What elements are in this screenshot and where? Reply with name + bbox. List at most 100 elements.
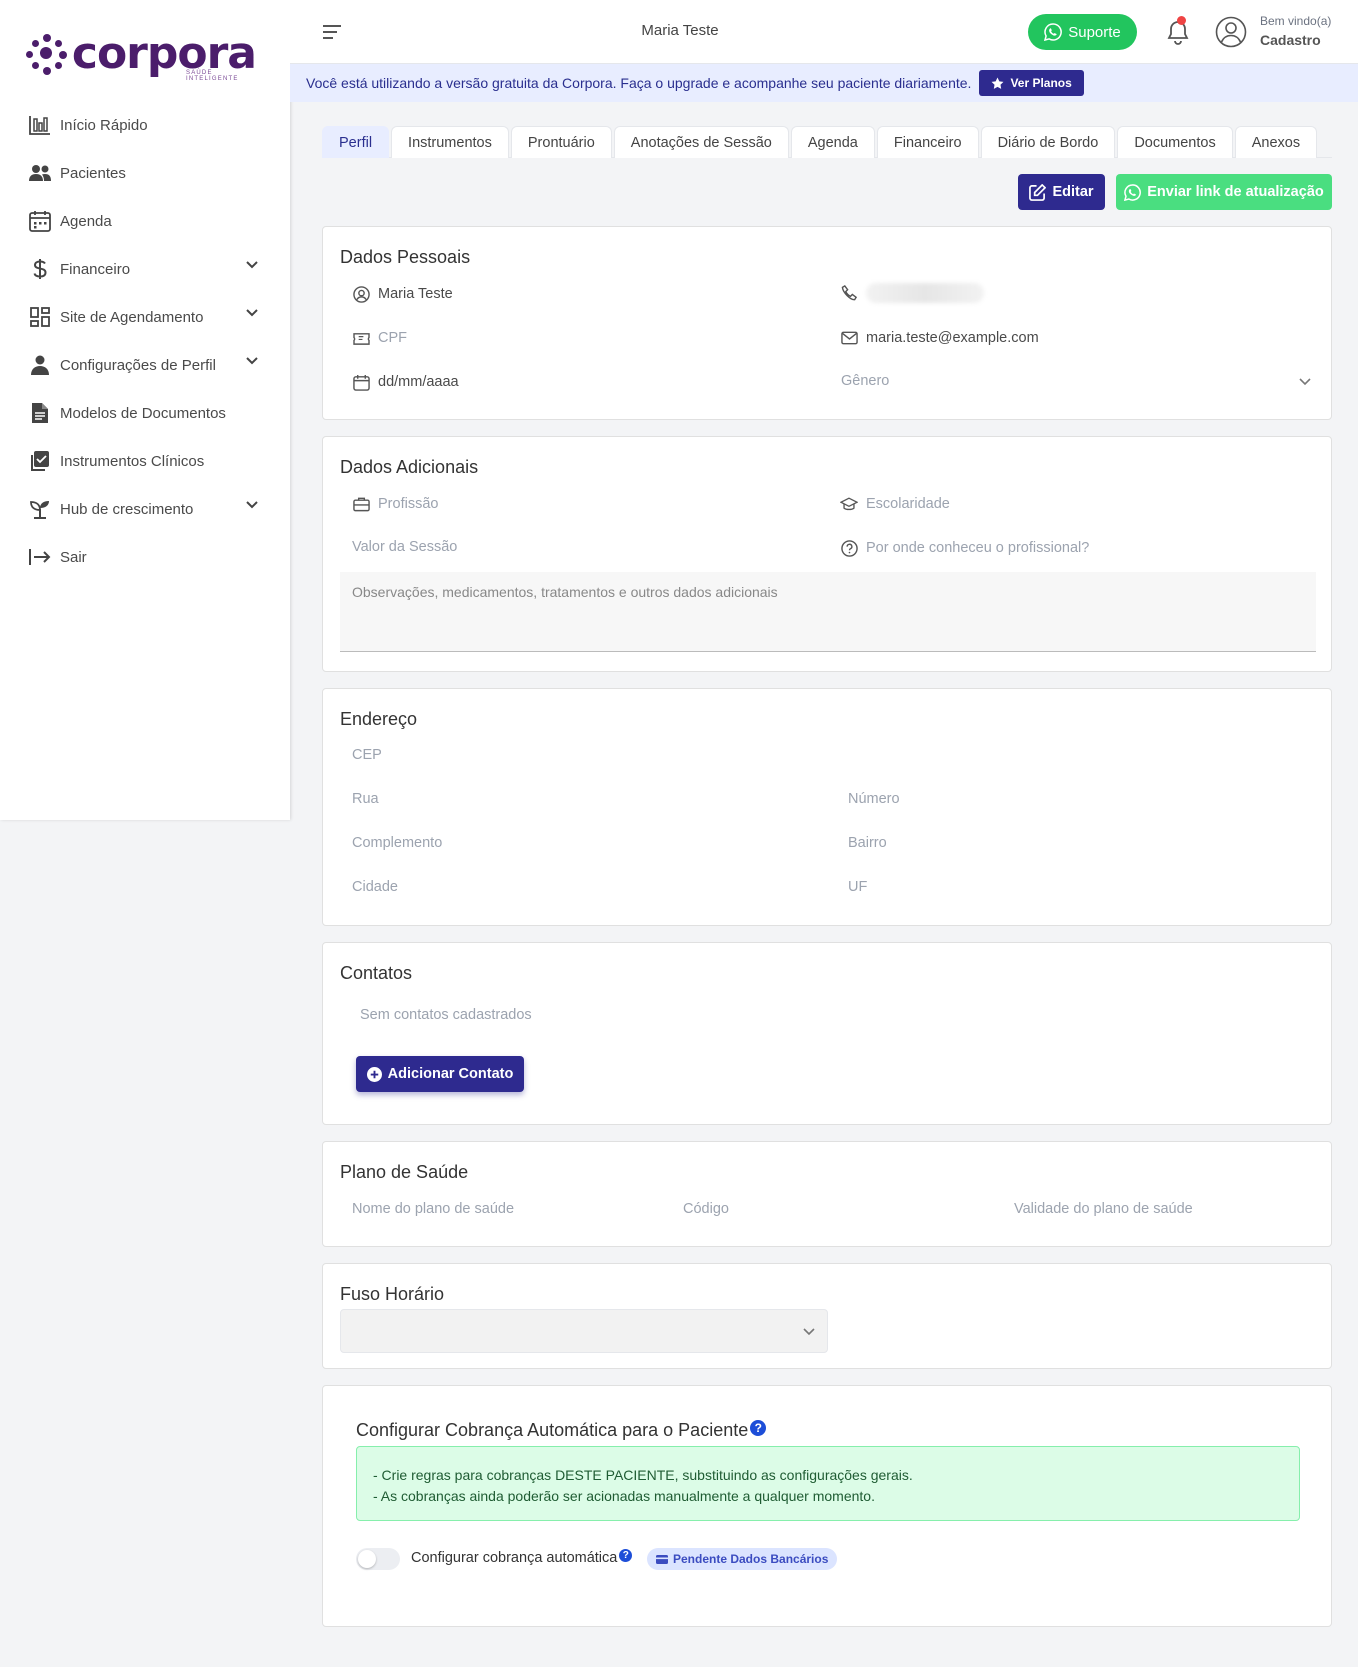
neighborhood-field[interactable]: Bairro [848, 835, 887, 851]
sidebar-item-hub-crescimento[interactable]: Hub de crescimento [0, 485, 290, 533]
sidebar-item-financeiro[interactable]: Financeiro [0, 245, 290, 293]
profession-placeholder: Profissão [378, 496, 439, 512]
gender-select[interactable]: Gênero [841, 373, 1311, 389]
support-label: Suporte [1068, 23, 1121, 41]
ver-planos-label: Ver Planos [1010, 76, 1072, 90]
logout-icon [28, 545, 52, 569]
chevron-down-icon[interactable] [246, 261, 258, 269]
education-field[interactable]: Escolaridade [840, 495, 950, 513]
observations-textarea[interactable]: Observações, medicamentos, tratamentos e… [340, 572, 1316, 652]
phone-field[interactable] [840, 283, 984, 303]
sidebar-item-site-agendamento[interactable]: Site de Agendamento [0, 293, 290, 341]
health-plan-code-field[interactable]: Código [683, 1201, 729, 1217]
cpf-placeholder: CPF [378, 330, 407, 346]
logo-dots-icon [26, 32, 67, 76]
number-field[interactable]: Número [848, 791, 900, 807]
city-field[interactable]: Cidade [352, 879, 398, 895]
edit-button[interactable]: Editar [1018, 174, 1105, 210]
chevron-down-icon[interactable] [246, 501, 258, 509]
sidebar-item-instrumentos-clinicos[interactable]: Instrumentos Clínicos [0, 437, 290, 485]
credit-card-icon [656, 1554, 668, 1564]
name-field[interactable]: Maria Teste [352, 285, 453, 303]
patient-name: Maria Teste [641, 22, 719, 39]
timezone-select[interactable] [340, 1309, 828, 1353]
phone-icon [840, 284, 858, 302]
help-circle-icon [840, 539, 858, 557]
document-icon [28, 401, 52, 425]
logo-tagline: SAÚDE INTELIGENTE [186, 70, 239, 82]
sidebar-item-pacientes[interactable]: Pacientes [0, 149, 290, 197]
sidebar-item-label: Modelos de Documentos [60, 404, 226, 422]
menu-icon[interactable] [320, 20, 344, 44]
chevron-down-icon[interactable] [246, 357, 258, 365]
sidebar-nav: Início Rápido Pacientes Agenda Financeir… [0, 101, 290, 581]
auto-billing-info: - Crie regras para cobranças DESTE PACIE… [356, 1446, 1300, 1521]
state-field[interactable]: UF [848, 879, 867, 895]
tab-diario-bordo[interactable]: Diário de Bordo [980, 126, 1116, 158]
graduation-cap-icon [840, 495, 858, 513]
patient-name-value: Maria Teste [378, 286, 453, 302]
health-plan-name-field[interactable]: Nome do plano de saúde [352, 1201, 514, 1217]
notification-badge [1177, 16, 1186, 25]
corpora-logo[interactable]: corpora SAÚDE INTELIGENTE [26, 28, 257, 82]
sprout-icon [28, 497, 52, 521]
auto-billing-card: Configurar Cobrança Automática para o Pa… [322, 1385, 1332, 1627]
health-plan-validity-field[interactable]: Validade do plano de saúde [1014, 1201, 1193, 1217]
sidebar-item-modelos-documentos[interactable]: Modelos de Documentos [0, 389, 290, 437]
sidebar-item-configuracoes-perfil[interactable]: Configurações de Perfil [0, 341, 290, 389]
email-field[interactable]: maria.teste@example.com [840, 329, 1039, 347]
cpf-field[interactable]: CPF [352, 329, 407, 347]
session-value-field[interactable]: Valor da Sessão [352, 539, 457, 555]
tab-instrumentos[interactable]: Instrumentos [391, 126, 509, 158]
help-icon[interactable]: ? [750, 1420, 767, 1436]
support-button[interactable]: Suporte [1028, 14, 1137, 50]
email-value: maria.teste@example.com [866, 330, 1039, 346]
sidebar-item-agenda[interactable]: Agenda [0, 197, 290, 245]
session-value-placeholder: Valor da Sessão [352, 539, 458, 555]
upgrade-banner-text: Você está utilizando a versão gratuita d… [306, 75, 972, 91]
referral-source-placeholder: Por onde conheceu o profissional? [866, 540, 1090, 556]
whatsapp-icon [1044, 23, 1063, 41]
card-title: Fuso Horário [340, 1284, 445, 1304]
status-badge: Pendente Dados Bancários [647, 1548, 838, 1570]
profession-field[interactable]: Profissão [352, 495, 438, 513]
sidebar-item-label: Configurações de Perfil [60, 356, 216, 374]
help-icon[interactable]: ? [619, 1548, 633, 1562]
tab-anexos[interactable]: Anexos [1234, 126, 1318, 158]
street-field[interactable]: Rua [352, 791, 379, 807]
tab-financeiro[interactable]: Financeiro [876, 126, 979, 158]
user-name[interactable]: Cadastro [1260, 32, 1321, 48]
clipboard-icon [28, 449, 52, 473]
ver-planos-button[interactable]: Ver Planos [979, 70, 1084, 96]
chevron-down-icon[interactable] [246, 309, 258, 317]
auto-billing-toggle[interactable] [356, 1548, 400, 1570]
sidebar-item-inicio-rapido[interactable]: Início Rápido [0, 101, 290, 149]
auto-billing-toggle-label: Configurar cobrança automática ? [411, 1548, 633, 1566]
gender-placeholder: Gênero [841, 373, 890, 389]
card-title: Plano de Saúde [340, 1162, 469, 1182]
send-update-link-button[interactable]: Enviar link de atualização [1116, 174, 1332, 210]
complement-field[interactable]: Complemento [352, 835, 442, 851]
phone-value-blurred [866, 283, 984, 303]
address-card: Endereço CEP Rua Número Complemento Bair… [322, 688, 1332, 926]
edit-icon [1029, 183, 1047, 201]
tab-agenda[interactable]: Agenda [790, 126, 875, 158]
tab-anotacoes-sessao[interactable]: Anotações de Sessão [613, 126, 789, 158]
sidebar: corpora SAÚDE INTELIGENTE Início Rápido … [0, 0, 290, 820]
id-card-icon [352, 329, 370, 347]
sidebar-item-label: Hub de crescimento [60, 500, 194, 518]
tab-documentos[interactable]: Documentos [1117, 126, 1233, 158]
sidebar-item-sair[interactable]: Sair [0, 533, 290, 581]
personal-data-card: Dados Pessoais Maria Teste CPF maria.tes… [322, 226, 1332, 420]
health-plan-card: Plano de Saúde Nome do plano de saúde Có… [322, 1141, 1332, 1247]
star-icon [991, 77, 1004, 89]
referral-source-field[interactable]: Por onde conheceu o profissional? [840, 539, 1089, 557]
birthdate-field[interactable]: dd/mm/aaaa [352, 373, 459, 391]
add-contact-button[interactable]: Adicionar Contato [356, 1056, 524, 1092]
tab-prontuario[interactable]: Prontuário [510, 126, 612, 158]
cep-field[interactable]: CEP [352, 747, 382, 763]
avatar[interactable] [1215, 16, 1247, 48]
sidebar-item-label: Instrumentos Clínicos [60, 452, 205, 470]
tab-perfil[interactable]: Perfil [322, 126, 390, 158]
sidebar-item-label: Site de Agendamento [60, 308, 204, 326]
